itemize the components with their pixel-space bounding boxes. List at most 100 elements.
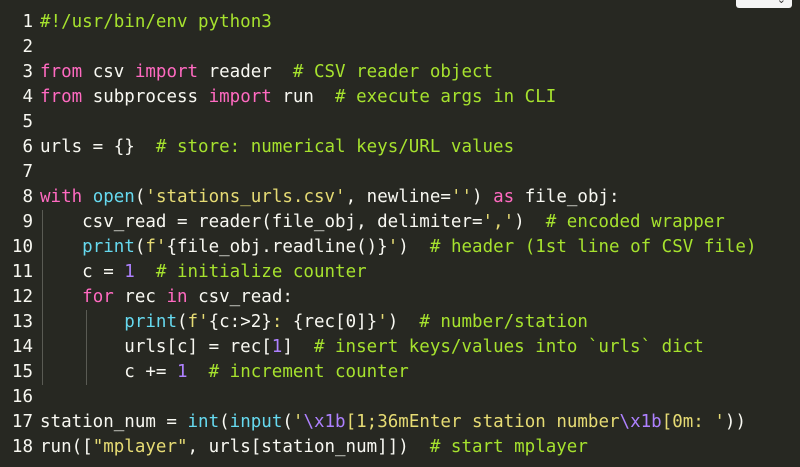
code-token: , newline= (345, 187, 451, 207)
code-token: as (493, 187, 515, 207)
code-line: 4 from subprocess import run # execute ar… (0, 85, 800, 110)
code-line: 3 from csv import reader # CSV reader obj… (0, 60, 800, 85)
code-token: # CSV reader object (292, 62, 494, 82)
code-line: 2 (0, 35, 800, 60)
code-token: # encoded wrapper (545, 212, 725, 232)
line-number: 17 (11, 412, 33, 432)
code-token: \x1b (303, 412, 346, 432)
code-token: in (166, 287, 188, 307)
line-number: 4 (22, 87, 33, 107)
line-number: 15 (11, 362, 33, 382)
line-number: 1 (22, 12, 33, 32)
code-token: ' (292, 412, 304, 432)
code-token: #!/usr/bin/env python3 (40, 12, 272, 32)
line-number: 3 (22, 62, 33, 82)
code-token: [0m: ' (661, 412, 725, 432)
line-number: 7 (22, 162, 33, 182)
line-number: 12 (11, 287, 33, 307)
code-token: urls[c] = rec[ (40, 337, 272, 357)
code-token: from (40, 87, 83, 107)
code-token: csv (82, 62, 135, 82)
code-token: # increment counter (208, 362, 409, 382)
code-token: csv_read: (187, 287, 293, 307)
code-token: ) (472, 187, 494, 207)
code-token: urls = {} (40, 137, 156, 157)
code-token: rec (113, 287, 167, 307)
code-token: ) (514, 212, 546, 232)
code-token: f' (145, 237, 167, 257)
code-token: ( (176, 312, 188, 332)
code-token: import (208, 87, 272, 107)
code-token: print (82, 237, 135, 257)
code-token: # initialize counter (155, 262, 367, 282)
line-number: 10 (11, 237, 33, 257)
code-line: 15 c += 1 # increment counter (0, 360, 800, 385)
code-line: 8 with open('stations_urls.csv', newline=… (0, 185, 800, 210)
code-text: station_num = int(input('\x1b[1;36mEnter… (40, 410, 746, 435)
code-token: 1 (124, 262, 135, 282)
code-token: {rec[0]} (292, 312, 378, 332)
code-token: import (134, 62, 199, 82)
code-token: with (40, 187, 83, 207)
code-line: 1 #!/usr/bin/env python3 (0, 10, 800, 35)
code-token: ( (134, 237, 146, 257)
code-token: run (271, 87, 336, 107)
chevron-down-icon: ⌄ (777, 0, 786, 6)
code-line: 13 print(f'{c:>2}: {rec[0]}') # number/s… (0, 310, 800, 335)
code-line: 11 c = 1 # initialize counter (0, 260, 800, 285)
code-token: run([ (40, 437, 93, 457)
code-line: 12 for rec in csv_read: (0, 285, 800, 310)
code-text: run(["mplayer", urls[station_num]]) # st… (40, 435, 588, 460)
code-token: , urls[station_num]]) (187, 437, 430, 457)
code-token: int (187, 412, 220, 432)
code-token: 1 (271, 337, 283, 357)
code-token: [1;36mEnter station number (345, 412, 620, 432)
code-line: 5 (0, 110, 800, 135)
code-token: # execute args in CLI (335, 87, 557, 107)
code-token: ' (387, 237, 399, 257)
code-text: csv_read = reader(file_obj, delimiter=',… (40, 210, 725, 235)
code-text: for rec in csv_read: (40, 285, 293, 310)
code-token: ) (387, 312, 420, 332)
code-text: c = 1 # initialize counter (40, 260, 367, 285)
code-menu-button[interactable]: ⌄ (736, 0, 792, 8)
code-text: urls[c] = rec[1] # insert keys/values in… (40, 335, 704, 360)
line-number: 2 (22, 37, 33, 57)
code-line: 18 run(["mplayer", urls[station_num]]) # … (0, 435, 800, 460)
line-number: 13 (11, 312, 33, 332)
code-text: #!/usr/bin/env python3 (40, 10, 272, 35)
code-text: from subprocess import run # execute arg… (40, 85, 556, 110)
code-token: input (229, 412, 283, 432)
line-number: 5 (22, 112, 33, 132)
code-line: 10 print(f'{file_obj.readline()}') # hea… (0, 235, 800, 260)
code-token: open (92, 187, 135, 207)
line-number: 16 (11, 387, 33, 407)
code-token: ( (134, 187, 146, 207)
code-text: c += 1 # increment counter (40, 360, 409, 385)
code-token: ( (282, 412, 293, 432)
line-number: 9 (22, 212, 33, 232)
line-number: 14 (11, 337, 33, 357)
code-line: 16 (0, 385, 800, 410)
code-token: from (40, 62, 83, 82)
code-token: # start mplayer (429, 437, 588, 457)
line-number: 18 (11, 437, 33, 457)
code-token: '' (450, 187, 473, 207)
code-token: ',' (482, 212, 515, 232)
code-token: f' (187, 312, 209, 332)
code-line: 7 (0, 160, 800, 185)
code-line: 14 urls[c] = rec[1] # insert keys/values… (0, 335, 800, 360)
code-token: \x1b (619, 412, 662, 432)
code-text: print(f'{c:>2}: {rec[0]}') # number/stat… (40, 310, 588, 335)
code-token: # header (1st line of CSV file) (429, 237, 757, 257)
code-token: # insert keys/values into `urls` dict (313, 337, 704, 357)
code-token: ) (398, 237, 430, 257)
code-token: : (271, 312, 293, 332)
code-line: 9 csv_read = reader(file_obj, delimiter=… (0, 210, 800, 235)
code-token: )) (724, 412, 746, 432)
